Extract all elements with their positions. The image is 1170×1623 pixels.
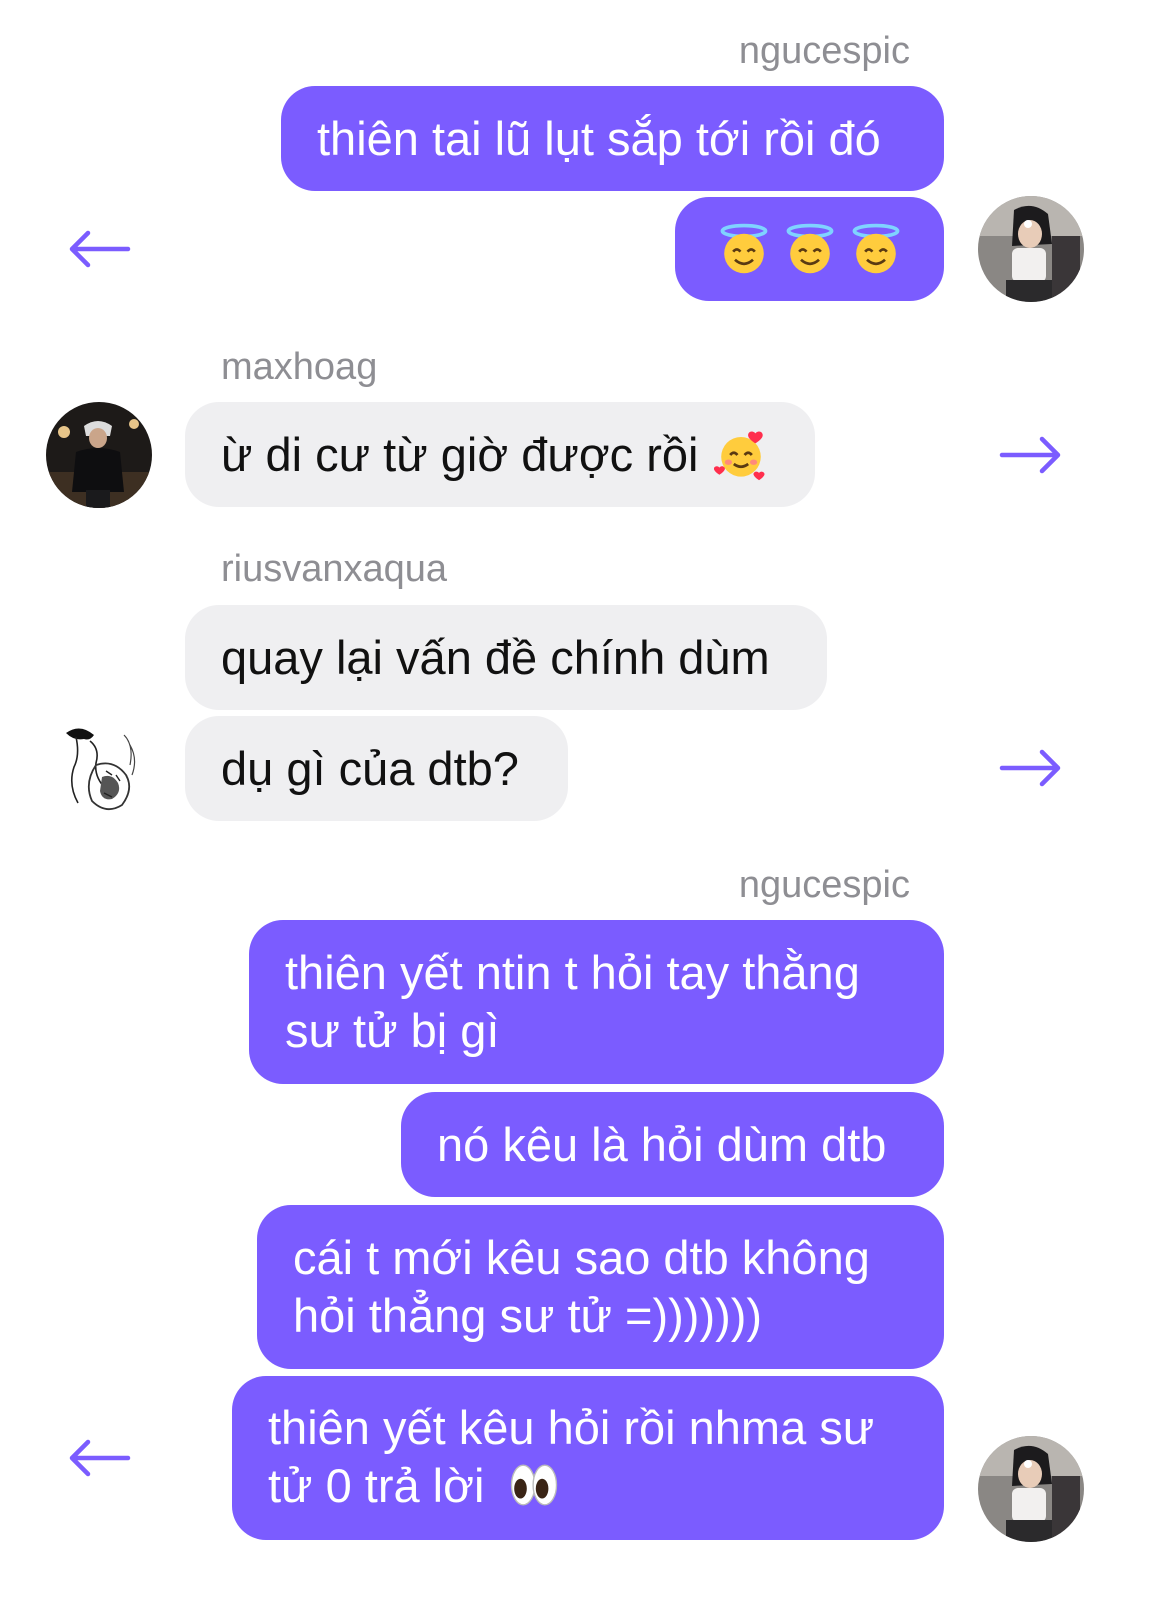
message-text: dụ gì của dtb?	[221, 741, 519, 795]
smiling-face-with-halo-icon	[786, 223, 833, 274]
message-bubble[interactable]: thiên yết ntin t hỏi tay thằng sư tử bị …	[249, 920, 944, 1084]
smiling-face-with-hearts-icon	[714, 430, 765, 480]
arrow-left-icon[interactable]	[66, 1438, 132, 1478]
message-text: thiên yết kêu hỏi rồi nhma sư tử 0 trả l…	[268, 1401, 875, 1512]
sender-name: ngucespic	[738, 864, 910, 906]
arrow-right-icon[interactable]	[998, 748, 1064, 788]
message-text: ừ di cư từ giờ được rồi	[221, 427, 699, 481]
message-bubble[interactable]: ừ di cư từ giờ được rồi	[185, 402, 815, 507]
sender-name: riusvanxaqua	[221, 548, 448, 590]
sender-name: ngucespic	[738, 30, 910, 72]
sender-name: maxhoag	[221, 346, 378, 388]
message-text: nó kêu là hỏi dùm dtb	[437, 1117, 887, 1171]
avatar-photo	[46, 402, 152, 508]
message-bubble[interactable]: dụ gì của dtb?	[185, 716, 568, 821]
arrow-right-icon[interactable]	[998, 435, 1064, 475]
avatar-photo	[978, 196, 1084, 302]
message-text: thiên yết ntin t hỏi tay thằng sư tử bị …	[285, 946, 860, 1057]
message-bubble[interactable]: nó kêu là hỏi dùm dtb	[401, 1092, 944, 1197]
message-text: cái t mới kêu sao dtb không hỏi thẳng sư…	[293, 1231, 870, 1342]
arrow-left-icon[interactable]	[66, 229, 132, 269]
message-text: thiên tai lũ lụt sắp tới rồi đó	[317, 111, 881, 165]
avatar[interactable]	[978, 196, 1084, 302]
eyes-icon	[511, 1464, 558, 1506]
smiling-face-with-halo-icon	[852, 223, 899, 274]
message-bubble[interactable]: quay lại vấn đề chính dùm	[185, 605, 827, 710]
avatar-photo	[46, 715, 152, 821]
avatar[interactable]	[46, 715, 152, 821]
message-bubble[interactable]	[675, 197, 944, 301]
avatar[interactable]	[978, 1436, 1084, 1542]
avatar-photo	[978, 1436, 1084, 1542]
message-bubble[interactable]: cái t mới kêu sao dtb không hỏi thẳng sư…	[257, 1205, 944, 1369]
message-text: quay lại vấn đề chính dùm	[221, 630, 770, 684]
message-bubble[interactable]: thiên tai lũ lụt sắp tới rồi đó	[281, 86, 944, 191]
smiling-face-with-halo-icon	[720, 223, 767, 274]
avatar[interactable]	[46, 402, 152, 508]
message-bubble[interactable]: thiên yết kêu hỏi rồi nhma sư tử 0 trả l…	[232, 1376, 944, 1540]
